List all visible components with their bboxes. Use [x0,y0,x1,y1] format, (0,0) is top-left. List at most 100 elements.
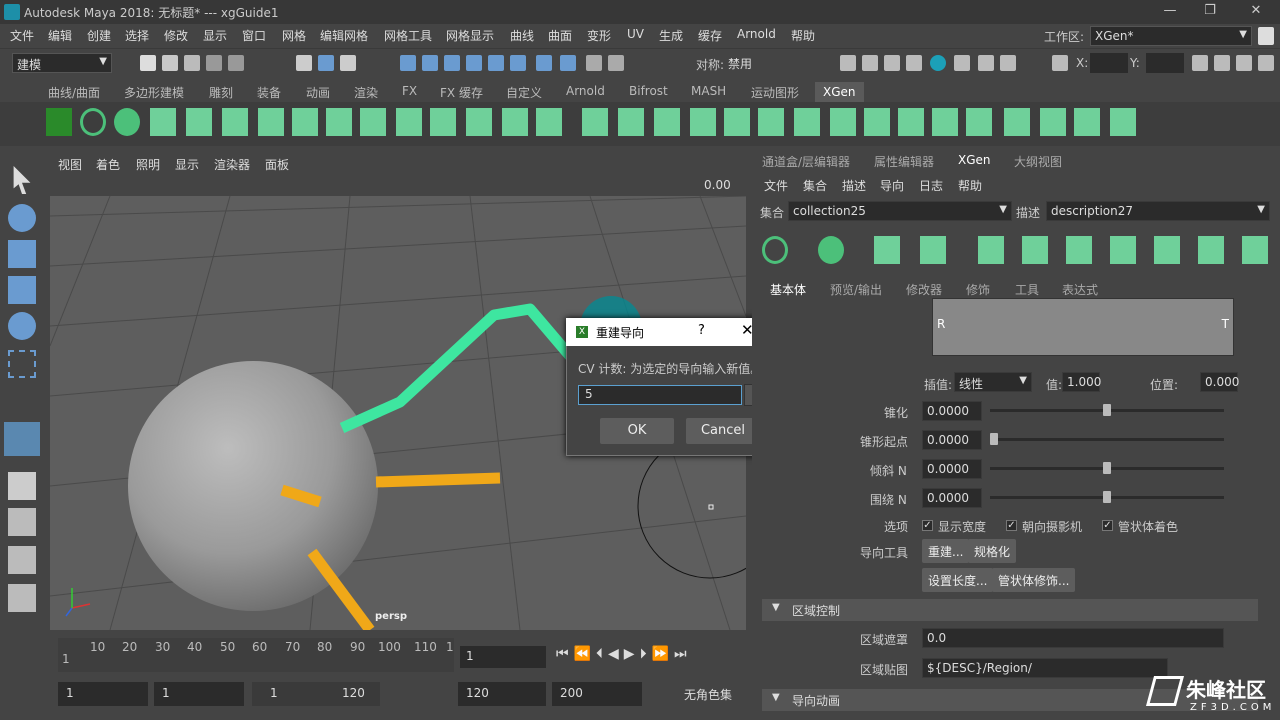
sculpt-bend-icon[interactable] [1004,108,1030,136]
subtab-grooming[interactable]: 修饰 [966,281,990,298]
lasso-tool-icon[interactable] [8,204,36,232]
subtab-expressions[interactable]: 表达式 [1062,281,1098,298]
attribute-editor-icon[interactable] [1236,55,1252,71]
paint-select-tool-icon[interactable] [8,240,36,268]
subtab-preview-output[interactable]: 预览/输出 [830,281,882,298]
show-hide-sidebar-icon[interactable] [1192,55,1208,71]
collection-select[interactable]: collection25 ▼ [788,201,1012,221]
subtab-primitives[interactable]: 基本体 [770,281,806,298]
shelf-tab-rendering[interactable]: 渲染 [354,84,378,101]
sculpt-cut-icon[interactable] [690,108,716,136]
playback-controls[interactable]: ⏮⏪⏴◀▶⏵⏩⏭ [556,646,740,666]
guide-sculpt-icon[interactable] [1110,236,1136,264]
sculpt-part-icon[interactable] [898,108,924,136]
shelf-tab-animation[interactable]: 动画 [306,84,330,101]
normalize-button[interactable]: 规格化 [968,539,1017,563]
guide-flip-icon[interactable] [536,108,562,136]
menu-help[interactable]: 帮助 [791,27,815,44]
sculpt-relax-icon[interactable] [932,108,958,136]
subtab-modifiers[interactable]: 修改器 [906,281,942,298]
tab-outliner[interactable]: 大纲视图 [1014,153,1062,170]
shelf-tab-rigging[interactable]: 装备 [257,84,281,101]
description-select[interactable]: description27 ▼ [1046,201,1270,221]
render-icon[interactable] [536,55,552,71]
sculpt-width-icon[interactable] [966,108,992,136]
menu-file[interactable]: 文件 [10,27,34,44]
tab-xgen[interactable]: XGen [958,153,991,167]
redo-icon[interactable] [228,55,244,71]
single-perspective-view-icon[interactable] [8,472,36,500]
shelf-tab-bifrost[interactable]: Bifrost [629,84,668,98]
shelf-tab-fx-cache[interactable]: FX 缓存 [440,84,483,101]
lock-guide-icon[interactable] [292,108,318,136]
param-field[interactable]: 0.0000 [922,459,982,479]
snap-view-plane-icon[interactable] [488,55,504,71]
guide-curve-selected[interactable] [339,303,575,434]
menu-mesh-tools[interactable]: 网格工具 [384,27,432,44]
subtab-utilities[interactable]: 工具 [1015,281,1039,298]
menu-generate[interactable]: 生成 [659,27,683,44]
y-field[interactable] [1146,53,1184,73]
vp-menu-shading[interactable]: 着色 [96,156,120,173]
value-field[interactable]: 1.000 [1062,372,1101,392]
preview-eye-icon[interactable] [762,236,788,264]
menu-window[interactable]: 窗口 [242,27,266,44]
rotate-tool-icon[interactable] [8,312,36,340]
input-output-icon[interactable] [608,55,624,71]
shelf-tab-xgen[interactable]: XGen [815,82,864,102]
shelf-tab-poly[interactable]: 多边形建模 [124,84,184,101]
channel-box-icon[interactable] [1258,55,1274,71]
face-camera-checkbox[interactable]: ✓ [1006,520,1017,531]
vp-menu-renderer[interactable]: 渲染器 [214,156,250,173]
tab-attribute-editor[interactable]: 属性编辑器 [874,153,934,170]
render-setup-icon[interactable] [954,55,970,71]
set-length-button[interactable]: 设置长度... [922,568,994,592]
persp-outliner-icon[interactable] [8,546,36,574]
ipr-render-icon[interactable] [884,55,900,71]
param-field[interactable]: 0.0000 [922,488,982,508]
lock-guide-icon[interactable] [1066,236,1092,264]
xgen-preview-icon[interactable] [80,108,106,136]
menu-surfaces[interactable]: 曲面 [548,27,572,44]
current-frame-field[interactable]: 1 [460,646,546,668]
last-tool-icon[interactable] [4,422,40,456]
sculpt-grab-icon[interactable] [582,108,608,136]
modeling-toolkit-icon[interactable] [1214,55,1230,71]
pause-icon[interactable] [1000,55,1016,71]
interp-select[interactable]: 线性 ▼ [954,372,1032,392]
menu-cache[interactable]: 缓存 [698,27,722,44]
sculpt-attract-icon[interactable] [1110,108,1136,136]
sculpt-freeze-icon[interactable] [758,108,784,136]
menu-curves[interactable]: 曲线 [510,27,534,44]
cancel-button[interactable]: Cancel [686,418,760,444]
guide-orange-1[interactable] [375,472,501,488]
menu-mesh[interactable]: 网格 [282,27,306,44]
menu-create[interactable]: 创建 [87,27,111,44]
hypershade-icon[interactable] [930,55,946,71]
guide-normalize-icon[interactable] [430,108,456,136]
tube-groom-button[interactable]: 管状体修饰... [992,568,1076,592]
range-inner-start-field[interactable]: 1 [154,682,244,706]
sculpt-smooth-icon[interactable] [618,108,644,136]
menu-edit-mesh[interactable]: 编辑网格 [320,27,368,44]
shelf-tab-curves[interactable]: 曲线/曲面 [48,84,100,101]
sculpt-length-icon[interactable] [724,108,750,136]
shelf-tab-sculpt[interactable]: 雕刻 [209,84,233,101]
sculpt-select-icon[interactable] [1040,108,1066,136]
description-leaf-icon[interactable] [818,236,844,264]
shelf-tab-custom[interactable]: 自定义 [506,84,542,101]
guide-tip-icon[interactable] [1022,236,1048,264]
sphere[interactable] [128,361,378,611]
menu-arnold[interactable]: Arnold [737,27,776,41]
region-mask-field[interactable]: 0.0 [922,628,1224,648]
guide-cv-icon[interactable] [978,236,1004,264]
ok-button[interactable]: OK [600,418,674,444]
select-by-component-icon[interactable] [340,55,356,71]
outliner-icon[interactable] [8,584,36,612]
vp-menu-show[interactable]: 显示 [175,156,199,173]
range-end-field[interactable]: 200 [552,682,642,706]
help-line-icon[interactable] [560,55,576,71]
render-settings-icon[interactable] [906,55,922,71]
position-field[interactable]: 0.000 [1200,372,1239,392]
new-scene-icon[interactable] [140,55,156,71]
